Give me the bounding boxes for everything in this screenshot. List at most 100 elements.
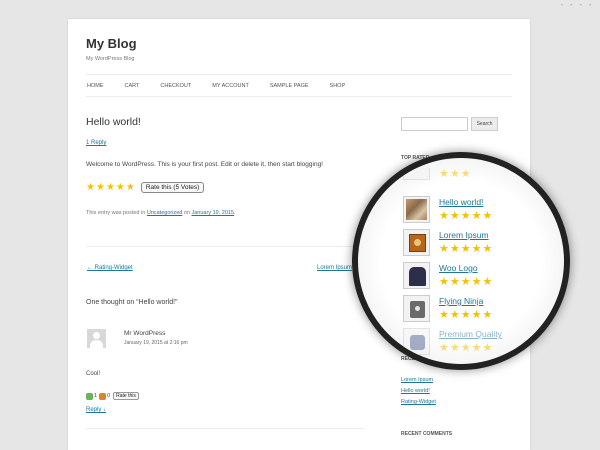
top-rated-item[interactable]: Hello world! ★ ★ ★ ★ ★ — [403, 196, 493, 223]
star-icon[interactable]: ★ — [450, 276, 460, 287]
recent-post-link[interactable]: Rating-Widget — [401, 399, 436, 405]
top-rated-item-partial: ★ ★ ★ — [403, 168, 472, 180]
date-link[interactable]: January 19, 2015 — [192, 210, 235, 216]
star-icon[interactable]: ★ — [439, 342, 449, 353]
star-icon[interactable]: ★ — [116, 182, 125, 193]
comments-title: One thought on “Hello world!” — [86, 299, 178, 306]
nav-item-cart[interactable]: CART — [125, 83, 140, 89]
star-icon[interactable]: ★ — [483, 243, 493, 254]
star-icon[interactable]: ★ — [439, 309, 449, 320]
star-icon[interactable]: ★ — [483, 276, 493, 287]
top-rated-item-title[interactable]: Flying Ninja — [439, 296, 493, 306]
comment-votes: 1 0 Rate this — [86, 392, 139, 400]
quality-thumbnail-icon[interactable] — [403, 328, 430, 355]
divider — [86, 428, 365, 429]
thumbs-down-icon[interactable] — [99, 392, 107, 400]
nav-item-sample-page[interactable]: SAMPLE PAGE — [270, 83, 309, 89]
star-icon: ★ — [449, 167, 460, 180]
top-rated-item[interactable]: Lorem Ipsum ★ ★ ★ ★ ★ — [403, 229, 493, 256]
rating-stars: ★ ★ ★ ★ ★ — [439, 243, 493, 254]
shirt-thumbnail-icon[interactable] — [403, 295, 430, 322]
star-icon[interactable]: ★ — [461, 210, 471, 221]
star-icon[interactable]: ★ — [106, 182, 115, 193]
search-input[interactable] — [401, 117, 468, 131]
recent-post-link[interactable]: Lorem Ipsum — [401, 377, 433, 383]
entry-meta-on: on — [183, 210, 190, 216]
post-body: Welcome to WordPress. This is your first… — [86, 161, 323, 168]
like-count: 1 — [94, 393, 98, 399]
star-icon[interactable]: ★ — [461, 276, 471, 287]
window-dots: • • • • — [560, 2, 594, 9]
top-rated-item-title[interactable]: Woo Logo — [439, 263, 493, 273]
star-icon[interactable]: ★ — [461, 243, 471, 254]
rating-stars: ★ ★ ★ ★ ★ — [439, 276, 493, 287]
comment-rate-button[interactable]: Rate this — [113, 392, 139, 400]
divider — [86, 246, 370, 247]
star-icon[interactable]: ★ — [450, 309, 460, 320]
partial-thumbnail — [403, 168, 430, 180]
comment-date[interactable]: January 19, 2015 at 2:16 pm — [124, 340, 188, 346]
star-icon[interactable]: ★ — [472, 243, 482, 254]
entry-meta-end: . — [234, 210, 236, 216]
star-icon[interactable]: ★ — [472, 276, 482, 287]
recent-post-link[interactable]: Hello world! — [401, 388, 430, 394]
top-rated-item[interactable]: Woo Logo ★ ★ ★ ★ ★ — [403, 262, 493, 289]
comment-text: Cool! — [86, 371, 101, 377]
avatar-head-icon — [93, 332, 100, 339]
nav-item-shop[interactable]: SHOP — [330, 83, 346, 89]
star-icon[interactable]: ★ — [461, 342, 471, 353]
box-thumbnail-icon[interactable] — [403, 229, 430, 256]
entry-meta: This entry was posted in Uncategorized o… — [86, 210, 236, 216]
thumbs-up-icon[interactable] — [86, 392, 93, 400]
star-icon[interactable]: ★ — [450, 210, 460, 221]
star-icon[interactable]: ★ — [483, 210, 493, 221]
star-icon[interactable]: ★ — [450, 243, 460, 254]
avatar — [87, 329, 106, 348]
star-icon[interactable]: ★ — [483, 309, 493, 320]
star-icon[interactable]: ★ — [483, 342, 493, 353]
main-navigation: HOME CART CHECKOUT MY ACCOUNT SAMPLE PAG… — [86, 74, 512, 97]
site-title[interactable]: My Blog — [86, 36, 137, 51]
site-description: My WordPress Blog — [86, 56, 135, 62]
star-icon: ★ — [460, 167, 471, 180]
rating-stars: ★ ★ ★ ★ ★ — [439, 342, 502, 353]
star-icon[interactable]: ★ — [472, 309, 482, 320]
star-icon[interactable]: ★ — [96, 182, 105, 193]
star-icon[interactable]: ★ — [461, 309, 471, 320]
avatar-body-icon — [90, 340, 103, 348]
hoodie-thumbnail-icon[interactable] — [403, 262, 430, 289]
nav-item-checkout[interactable]: CHECKOUT — [160, 83, 191, 89]
recent-comments-title: RECENT COMMENTS — [401, 431, 453, 437]
post-rating: ★ ★ ★ ★ ★ Rate this (5 Votes) — [86, 182, 205, 193]
dislike-count: 0 — [107, 393, 111, 399]
top-rated-item-title[interactable]: Hello world! — [439, 197, 493, 207]
poster-thumbnail-icon[interactable] — [403, 196, 430, 223]
rating-stars: ★ ★ ★ — [439, 168, 472, 179]
star-icon[interactable]: ★ — [439, 276, 449, 287]
reply-link[interactable]: 1 Reply — [86, 140, 106, 146]
top-rated-item-title[interactable]: Lorem Ipsum — [439, 230, 493, 240]
entry-meta-prefix: This entry was posted in — [86, 210, 146, 216]
star-icon: ★ — [439, 167, 449, 180]
star-icon[interactable]: ★ — [450, 342, 460, 353]
star-icon[interactable]: ★ — [472, 342, 482, 353]
comment-author: Mr WordPress — [124, 330, 166, 337]
category-link[interactable]: Uncategorized — [147, 210, 182, 216]
comment-reply-link[interactable]: Reply ↓ — [86, 407, 106, 413]
search-button[interactable]: Search — [471, 117, 498, 131]
nav-item-home[interactable]: HOME — [87, 83, 104, 89]
star-icon[interactable]: ★ — [439, 243, 449, 254]
post-title[interactable]: Hello world! — [86, 116, 141, 128]
top-rated-item[interactable]: Flying Ninja ★ ★ ★ ★ ★ — [403, 295, 493, 322]
top-rated-item-title[interactable]: Premium Quality — [439, 329, 502, 339]
rating-stars: ★ ★ ★ ★ ★ — [439, 210, 493, 221]
top-rated-item[interactable]: Premium Quality ★ ★ ★ ★ ★ — [403, 328, 502, 355]
previous-post-link[interactable]: ← Rating-Widget — [87, 265, 133, 271]
star-icon[interactable]: ★ — [472, 210, 482, 221]
rate-this-button[interactable]: Rate this (5 Votes) — [140, 182, 205, 193]
star-icon[interactable]: ★ — [86, 182, 95, 193]
next-post-link[interactable]: Lorem Ipsum — [317, 265, 352, 271]
star-icon[interactable]: ★ — [439, 210, 449, 221]
nav-item-my-account[interactable]: MY ACCOUNT — [212, 83, 249, 89]
half-star-icon[interactable]: ★ — [126, 182, 135, 193]
